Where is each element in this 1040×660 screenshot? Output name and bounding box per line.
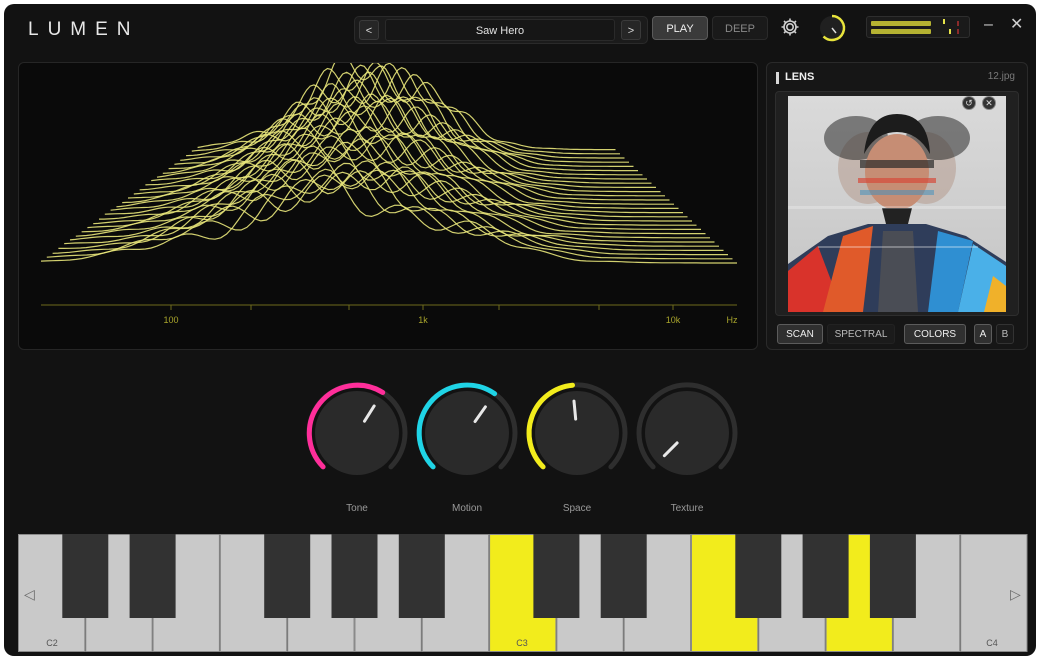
- black-key-c3-sharp[interactable]: [533, 534, 580, 618]
- octave-label: C4: [986, 638, 998, 648]
- freq-label-1k: 1k: [418, 315, 428, 325]
- preset-name-display[interactable]: Saw Hero: [385, 19, 615, 41]
- knob-body: [535, 391, 619, 475]
- output-level-meter: [866, 16, 970, 38]
- remove-image-icon[interactable]: ✕: [982, 96, 996, 110]
- octave-down-icon[interactable]: ◁: [24, 586, 35, 603]
- meter-bar-left: [871, 21, 931, 26]
- meter-peak-left: [943, 19, 945, 24]
- texture-knob-label: Texture: [670, 503, 704, 514]
- tone-knob[interactable]: [302, 378, 412, 488]
- piano-keyboard: C2 C3 C4 ◁ ▷: [18, 534, 1028, 652]
- prev-preset-button[interactable]: <: [359, 20, 379, 40]
- close-window-button[interactable]: ✕: [1010, 14, 1023, 34]
- play-mode-button[interactable]: PLAY: [652, 16, 708, 40]
- octave-label: C2: [46, 638, 58, 648]
- meter-bar-right: [871, 29, 931, 34]
- black-key-g3-sharp[interactable]: [802, 534, 849, 618]
- black-key-f2-sharp[interactable]: [264, 534, 311, 618]
- black-key-d3-sharp[interactable]: [600, 534, 647, 618]
- meter-peak-right: [949, 29, 951, 34]
- knob-pointer: [572, 399, 578, 421]
- motion-knob[interactable]: [412, 378, 522, 488]
- meter-clip-right: [957, 29, 959, 34]
- app-logo: LUMEN: [28, 19, 140, 40]
- scan-button[interactable]: SCAN: [777, 324, 823, 344]
- spectral-button[interactable]: SPECTRAL: [827, 324, 895, 344]
- freq-unit-label: Hz: [726, 315, 738, 325]
- master-volume-knob[interactable]: [817, 13, 847, 43]
- octave-up-icon[interactable]: ▷: [1010, 586, 1021, 603]
- octave-label: C3: [516, 638, 528, 648]
- space-knob[interactable]: [522, 378, 632, 488]
- deep-mode-button[interactable]: DEEP: [712, 16, 768, 40]
- lens-file-name: 12.jpg: [987, 71, 1015, 82]
- black-key-a3-sharp[interactable]: [869, 534, 916, 618]
- spectrum-waterfall-plot: [40, 63, 737, 310]
- black-key-a2-sharp[interactable]: [398, 534, 445, 618]
- texture-knob[interactable]: [632, 378, 742, 488]
- knob-body: [315, 391, 399, 475]
- black-key-f3-sharp[interactable]: [735, 534, 782, 618]
- lens-title: LENS: [785, 71, 815, 83]
- lens-panel: LENS 12.jpg ↺ ✕ SCAN SPECTRAL COLORS A B: [766, 62, 1028, 350]
- next-preset-button[interactable]: >: [621, 20, 641, 40]
- lens-title-marker: [776, 72, 779, 84]
- knob-body: [425, 391, 509, 475]
- plugin-window: LUMEN < Saw Hero > PLAY DEEP – ✕ 100 1k …: [4, 4, 1036, 656]
- slot-a-button[interactable]: A: [974, 324, 992, 344]
- preset-selector: < Saw Hero >: [354, 16, 648, 44]
- spectrum-waterfall-line: [93, 126, 697, 226]
- knob-body: [645, 391, 729, 475]
- piano-keys: C2 C3 C4: [18, 534, 1028, 652]
- motion-knob-label: Motion: [451, 503, 482, 514]
- reset-image-icon[interactable]: ↺: [962, 96, 976, 110]
- space-knob-label: Space: [562, 503, 592, 514]
- lens-image-frame: ↺ ✕: [775, 91, 1019, 316]
- black-key-d2-sharp[interactable]: [129, 534, 176, 618]
- minimize-button[interactable]: –: [984, 16, 993, 34]
- tone-knob-label: Tone: [346, 503, 368, 514]
- meter-clip-left: [957, 21, 959, 26]
- colors-button[interactable]: COLORS: [904, 324, 966, 344]
- black-key-c2-sharp[interactable]: [62, 534, 109, 618]
- spectrum-waterfall-display[interactable]: 100 1k 10k Hz: [18, 62, 758, 350]
- spectrum-waterfall-line: [191, 67, 620, 155]
- slot-b-button[interactable]: B: [996, 324, 1014, 344]
- freq-label-100: 100: [163, 315, 179, 325]
- black-key-g2-sharp[interactable]: [331, 534, 378, 618]
- settings-gear-icon[interactable]: [779, 16, 801, 38]
- lens-source-image[interactable]: [788, 96, 1006, 312]
- freq-label-10k: 10k: [665, 315, 681, 325]
